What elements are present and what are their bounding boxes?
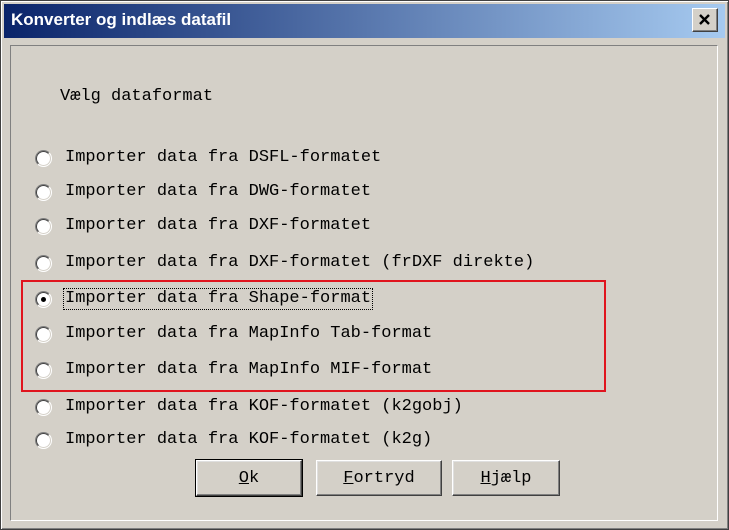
- help-label-rest: jælp: [490, 468, 532, 488]
- radio-button[interactable]: [35, 398, 52, 416]
- radio-button[interactable]: [35, 431, 52, 449]
- radio-option-dxf[interactable]: Importer data fra DXF-formatet: [35, 214, 372, 238]
- radio-label[interactable]: Importer data fra MapInfo MIF-format: [64, 360, 433, 380]
- radio-option-dwg[interactable]: Importer data fra DWG-formatet: [35, 180, 372, 204]
- radio-label[interactable]: Importer data fra DXF-formatet (frDXF di…: [64, 253, 535, 273]
- radio-selected-dot: [41, 296, 46, 302]
- radio-option-dsfl[interactable]: Importer data fra DSFL-formatet: [35, 146, 382, 170]
- format-heading: Vælg dataformat: [60, 87, 214, 106]
- cancel-accelerator: F: [343, 468, 354, 488]
- radio-button[interactable]: [35, 361, 52, 379]
- radio-label[interactable]: Importer data fra DSFL-formatet: [64, 148, 382, 168]
- radio-label[interactable]: Importer data fra KOF-formatet (k2gobj): [64, 397, 464, 417]
- radio-button[interactable]: [35, 149, 52, 167]
- window-title: Konverter og indlæs datafil: [11, 10, 232, 29]
- help-accelerator: H: [480, 468, 491, 488]
- cancel-button[interactable]: Fortryd: [316, 460, 442, 496]
- radio-button[interactable]: [35, 217, 52, 235]
- radio-label[interactable]: Importer data fra MapInfo Tab-format: [64, 324, 433, 344]
- radio-button[interactable]: [35, 254, 52, 272]
- cancel-label-rest: ortryd: [353, 468, 415, 488]
- radio-option-shape[interactable]: Importer data fra Shape-format: [35, 287, 374, 311]
- help-button[interactable]: Hjælp: [452, 460, 560, 496]
- title-bar[interactable]: Konverter og indlæs datafil: [4, 4, 725, 38]
- ok-label-rest: k: [249, 468, 260, 488]
- radio-option-kof-k2g[interactable]: Importer data fra KOF-formatet (k2g): [35, 428, 433, 452]
- close-icon: [699, 14, 710, 25]
- radio-label[interactable]: Importer data fra KOF-formatet (k2g): [64, 430, 433, 450]
- radio-label[interactable]: Importer data fra DXF-formatet: [64, 216, 372, 236]
- radio-label[interactable]: Importer data fra Shape-format: [62, 288, 374, 310]
- ok-accelerator: O: [238, 468, 249, 488]
- radio-button[interactable]: [35, 325, 52, 343]
- radio-button-selected[interactable]: [35, 290, 52, 308]
- radio-option-dxf-direct[interactable]: Importer data fra DXF-formatet (frDXF di…: [35, 251, 535, 275]
- radio-label[interactable]: Importer data fra DWG-formatet: [64, 182, 372, 202]
- radio-option-kof-k2gobj[interactable]: Importer data fra KOF-formatet (k2gobj): [35, 395, 464, 419]
- radio-button[interactable]: [35, 183, 52, 201]
- ok-button[interactable]: Ok: [195, 459, 303, 497]
- radio-option-mapinfo-mif[interactable]: Importer data fra MapInfo MIF-format: [35, 358, 433, 382]
- radio-option-mapinfo-tab[interactable]: Importer data fra MapInfo Tab-format: [35, 322, 433, 346]
- dialog-window: Konverter og indlæs datafil Vælg datafor…: [0, 0, 729, 530]
- close-button[interactable]: [692, 8, 718, 32]
